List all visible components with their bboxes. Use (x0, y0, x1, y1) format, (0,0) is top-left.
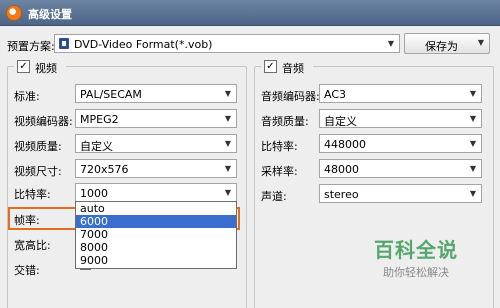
audio-encoder-label: 音频编码器: (261, 90, 320, 103)
standard-value: PAL/SECAM (80, 88, 142, 101)
video-quality-label: 视频质量: (14, 140, 62, 153)
preset-value: DVD-Video Format(*.vob) (74, 38, 213, 51)
standard-label: 标准: (14, 90, 40, 103)
audio-bitrate-value: 448000 (324, 138, 366, 151)
chevron-down-icon[interactable]: ▼ (465, 110, 481, 127)
window-title: 高级设置 (28, 8, 72, 21)
chevron-down-icon[interactable]: ▼ (465, 85, 481, 102)
save-as-button[interactable]: 保存为 ▼ (404, 33, 490, 54)
aspect-ratio-label: 宽高比: (14, 239, 51, 252)
video-size-select[interactable]: 720x576 ▼ (75, 159, 237, 178)
audio-legend-label: 音频 (282, 62, 304, 75)
audio-quality-value: 自定义 (324, 115, 357, 128)
preset-label: 预置方案: (7, 40, 55, 53)
chevron-down-icon[interactable]: ▼ (220, 184, 236, 201)
video-legend-label: 视频 (35, 62, 57, 75)
video-encoder-value: MPEG2 (80, 113, 119, 126)
checkbox-checked-icon[interactable]: ✓ (17, 60, 30, 73)
audio-encoder-select[interactable]: AC3 ▼ (319, 84, 482, 103)
watermark-sub: 助你轻松解决 (383, 266, 449, 279)
audio-encoder-value: AC3 (324, 88, 347, 101)
audio-bitrate-select[interactable]: 448000 ▼ (319, 134, 482, 153)
standard-select[interactable]: PAL/SECAM ▼ (75, 84, 237, 103)
chevron-down-icon[interactable]: ▼ (465, 135, 481, 152)
app-logo-icon (6, 5, 22, 21)
chevron-down-icon[interactable]: ▼ (465, 160, 481, 177)
sample-rate-label: 采样率: (261, 165, 298, 178)
video-legend: ✓ 视频 (14, 60, 66, 75)
list-item[interactable]: 7000 (76, 228, 236, 241)
video-encoder-label: 视频编码器: (14, 115, 73, 128)
video-quality-value: 自定义 (80, 140, 113, 153)
list-item[interactable]: 8000 (76, 241, 236, 254)
framerate-label: 帧率: (14, 214, 40, 227)
video-bitrate-select[interactable]: 1000 ▼ (75, 183, 237, 202)
dialog-body: 预置方案: DVD-Video Format(*.vob) ▼ 保存为 ▼ ✓ … (0, 26, 500, 308)
list-item[interactable]: auto (76, 202, 236, 215)
video-bitrate-value: 1000 (80, 187, 108, 200)
chevron-down-icon[interactable]: ▼ (478, 38, 484, 47)
title-bar: 高级设置 (0, 0, 500, 26)
bitrate-dropdown-list: auto 6000 7000 8000 9000 (75, 201, 237, 269)
channels-select[interactable]: stereo ▼ (319, 184, 482, 203)
watermark-main: 百科全说 (374, 238, 458, 262)
checkbox-checked-icon[interactable]: ✓ (264, 60, 277, 73)
chevron-down-icon[interactable]: ▼ (220, 85, 236, 102)
sample-rate-value: 48000 (324, 163, 359, 176)
sample-rate-select[interactable]: 48000 ▼ (319, 159, 482, 178)
audio-quality-select[interactable]: 自定义 ▼ (319, 109, 482, 128)
audio-bitrate-label: 比特率: (261, 140, 298, 153)
chevron-down-icon[interactable]: ▼ (383, 35, 399, 52)
chevron-down-icon[interactable]: ▼ (465, 185, 481, 202)
chevron-down-icon[interactable]: ▼ (220, 110, 236, 127)
chevron-down-icon[interactable]: ▼ (220, 135, 236, 152)
video-size-value: 720x576 (80, 163, 129, 176)
video-encoder-select[interactable]: MPEG2 ▼ (75, 109, 237, 128)
video-size-label: 视频尺寸: (14, 165, 62, 178)
chevron-down-icon[interactable]: ▼ (220, 160, 236, 177)
channels-value: stereo (324, 188, 359, 201)
video-quality-select[interactable]: 自定义 ▼ (75, 134, 237, 153)
video-bitrate-label: 比特率: (14, 188, 51, 201)
film-icon (59, 38, 69, 49)
watermark-logo: 百科全说 助你轻松解决 (361, 234, 471, 280)
audio-legend: ✓ 音频 (261, 60, 313, 75)
list-item-selected[interactable]: 6000 (76, 215, 236, 228)
list-item[interactable]: 9000 (76, 254, 236, 267)
channels-label: 声道: (261, 190, 287, 203)
preset-dropdown[interactable]: DVD-Video Format(*.vob) ▼ (54, 34, 400, 53)
audio-quality-label: 音频质量: (261, 115, 309, 128)
save-as-label: 保存为 (425, 40, 458, 53)
interlace-label: 交错: (14, 264, 40, 277)
